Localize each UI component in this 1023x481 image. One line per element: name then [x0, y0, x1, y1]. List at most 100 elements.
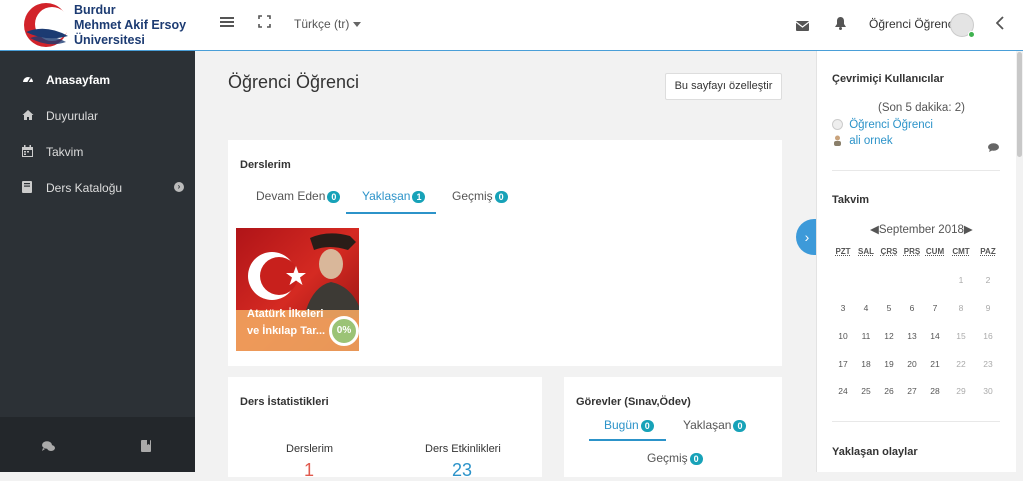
- divider: [832, 421, 1000, 422]
- online-user-row[interactable]: ali ornek: [832, 135, 893, 147]
- calendar-day[interactable]: 2: [977, 275, 999, 285]
- user-menu-name[interactable]: Öğrenci Öğrenci: [869, 17, 956, 31]
- left-sidebar: Anasayfam Duyurular Takvim Ders Kataloğu…: [0, 51, 195, 472]
- page-title: Öğrenci Öğrenci: [228, 72, 360, 92]
- online-user-row[interactable]: Öğrenci Öğrenci: [832, 119, 933, 131]
- page-scrollbar-thumb[interactable]: [1017, 52, 1022, 157]
- notifications-bell-icon[interactable]: [835, 17, 846, 35]
- calendar-icon: [22, 145, 34, 157]
- stats-courses-value: 1: [304, 460, 315, 480]
- calendar-day[interactable]: 21: [924, 359, 946, 369]
- tab-label: Bugün: [604, 418, 639, 432]
- language-selector[interactable]: Türkçe (tr): [294, 17, 362, 31]
- chevron-right-icon: ›: [174, 182, 184, 192]
- fullscreen-icon[interactable]: [258, 15, 271, 33]
- calendar-month-nav: ◀September 2018▶: [870, 222, 973, 236]
- calendar-day[interactable]: 8: [950, 303, 972, 313]
- calendar-day[interactable]: 30: [977, 386, 999, 396]
- chevron-down-icon: [353, 22, 362, 28]
- chat-bubbles-icon[interactable]: [42, 441, 55, 455]
- calendar-day[interactable]: 9: [977, 303, 999, 313]
- tab-label: Yaklaşan: [683, 418, 732, 432]
- logo-line-3: Üniversitesi: [74, 33, 145, 47]
- calendar-day[interactable]: 3: [832, 303, 854, 313]
- online-users-title: Çevrimiçi Kullanıcılar: [832, 73, 944, 85]
- stats-card-title: Ders İstatistikleri: [240, 396, 329, 408]
- tab-label: Devam Eden: [256, 189, 326, 203]
- calendar-day[interactable]: 4: [855, 303, 877, 313]
- count-badge: 0: [327, 190, 341, 203]
- university-name: Burdur Mehmet Akif Ersoy Üniversitesi: [74, 3, 186, 48]
- active-tab-underline: [589, 439, 666, 441]
- calendar-day[interactable]: 26: [878, 386, 900, 396]
- calendar-day[interactable]: 18: [855, 359, 877, 369]
- calendar-day[interactable]: 10: [832, 331, 854, 341]
- tab-devam-eden[interactable]: Devam Eden 0: [256, 189, 341, 203]
- calendar-weekday-header: CMT: [952, 247, 970, 256]
- calendar-weekday-header: CUM: [925, 247, 945, 256]
- calendar-day[interactable]: 20: [901, 359, 923, 369]
- calendar-day[interactable]: 12: [878, 331, 900, 341]
- sidebar-item-duyurular[interactable]: Duyurular: [0, 98, 195, 134]
- calendar-day[interactable]: 19: [878, 359, 900, 369]
- main-content: Öğrenci Öğrenci Bu sayfayı özelleştir De…: [195, 51, 816, 480]
- online-user-name[interactable]: Öğrenci Öğrenci: [849, 119, 933, 131]
- tab-label: Geçmiş: [452, 189, 493, 203]
- logo-line-1: Burdur: [74, 3, 116, 17]
- calendar-day[interactable]: 28: [924, 386, 946, 396]
- courses-card-title: Derslerim: [240, 159, 291, 171]
- calendar-day[interactable]: 17: [832, 359, 854, 369]
- tab-tasks-gecmis[interactable]: Geçmiş 0: [647, 451, 703, 465]
- calendar-day[interactable]: 22: [950, 359, 972, 369]
- calendar-day[interactable]: 23: [977, 359, 999, 369]
- online-user-name[interactable]: ali ornek: [849, 135, 892, 147]
- send-message-icon[interactable]: [988, 141, 999, 155]
- calendar-weekday-header: ÇRŞ: [880, 247, 898, 256]
- logo-emblem-icon: [24, 3, 69, 47]
- calendar-day[interactable]: 1: [950, 275, 972, 285]
- customize-page-button[interactable]: Bu sayfayı özelleştir: [665, 73, 782, 100]
- calendar-weekday-header: SAL: [858, 247, 874, 256]
- sidebar-item-label: Duyurular: [46, 109, 99, 123]
- tab-yaklasan[interactable]: Yaklaşan 1: [362, 189, 426, 203]
- calendar-day[interactable]: 15: [950, 331, 972, 341]
- tasks-card-title: Görevler (Sınav,Ödev): [576, 396, 691, 408]
- tab-label: Yaklaşan: [362, 189, 411, 203]
- online-status-dot: [968, 31, 975, 38]
- calendar-day[interactable]: 24: [832, 386, 854, 396]
- calendar-day[interactable]: 13: [901, 331, 923, 341]
- calendar-day[interactable]: 11: [855, 331, 877, 341]
- sidebar-item-takvim[interactable]: Takvim: [0, 134, 195, 170]
- tab-bugun[interactable]: Bugün 0: [604, 418, 654, 432]
- calendar-day[interactable]: 14: [924, 331, 946, 341]
- calendar-day[interactable]: 6: [901, 303, 923, 313]
- sidebar-item-label: Anasayfam: [46, 73, 111, 87]
- calendar-prev-arrow-icon[interactable]: ◀: [870, 224, 879, 236]
- university-logo[interactable]: Burdur Mehmet Akif Ersoy Üniversitesi: [22, 2, 197, 49]
- course-card[interactable]: Atatürk İlkeleri ve İnkılap Tar... 0%: [236, 228, 359, 351]
- messages-envelope-icon[interactable]: [795, 18, 810, 36]
- dashboard-icon: [22, 73, 34, 85]
- sidebar-item-ders-katalogu[interactable]: Ders Kataloğu ›: [0, 170, 195, 206]
- tab-gecmis[interactable]: Geçmiş 0: [452, 189, 508, 203]
- stats-activities-value: 23: [452, 460, 473, 480]
- calendar-day[interactable]: 7: [924, 303, 946, 313]
- book-icon: [22, 181, 34, 193]
- calendar-day[interactable]: 5: [878, 303, 900, 313]
- calendar-weekday-header: PZT: [835, 247, 851, 256]
- user-avatar[interactable]: [950, 13, 975, 38]
- hamburger-menu-icon[interactable]: [220, 15, 234, 34]
- user-avatar-icon: [832, 135, 843, 147]
- tab-tasks-yaklasan[interactable]: Yaklaşan 0: [683, 418, 747, 432]
- count-badge: 0: [689, 452, 703, 465]
- calendar-day[interactable]: 25: [855, 386, 877, 396]
- home-icon: [22, 109, 34, 121]
- calendar-day[interactable]: 29: [950, 386, 972, 396]
- course-name[interactable]: Atatürk İlkeleri ve İnkılap Tar...: [247, 306, 327, 340]
- calendar-next-arrow-icon[interactable]: ▶: [964, 224, 973, 236]
- chevron-left-icon[interactable]: [995, 16, 1004, 35]
- calendar-day[interactable]: 27: [901, 386, 923, 396]
- book-bookmark-icon[interactable]: [141, 440, 151, 455]
- calendar-day[interactable]: 16: [977, 331, 999, 341]
- sidebar-item-anasayfam[interactable]: Anasayfam: [0, 62, 195, 98]
